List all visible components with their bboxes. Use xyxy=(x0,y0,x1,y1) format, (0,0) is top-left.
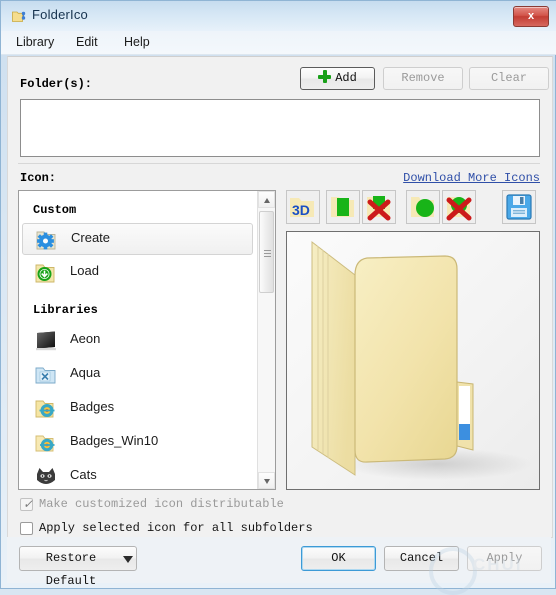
save-icon-button[interactable] xyxy=(502,190,536,224)
list-item-badges-win10[interactable]: Badges_Win10 xyxy=(22,427,253,459)
option-distributable-label: Make customized icon distributable xyxy=(39,497,284,511)
chevron-down-icon xyxy=(264,479,270,484)
chevron-down-icon xyxy=(123,555,133,563)
check-icon: ✓ xyxy=(23,498,34,512)
section-divider xyxy=(18,163,540,164)
add-button[interactable]: Add xyxy=(300,67,375,90)
icon-list-scrollbar[interactable] xyxy=(257,191,275,489)
grip-line xyxy=(264,256,271,257)
apply-button[interactable]: Apply xyxy=(467,546,542,571)
folderico-window: FolderIco x Library Edit Help Folder(s):… xyxy=(0,0,556,595)
list-item-label: Create xyxy=(71,230,111,245)
menu-item-help[interactable]: Help xyxy=(119,34,155,51)
list-item-label: Load xyxy=(70,263,99,278)
aqua-folder-icon xyxy=(34,363,58,387)
red-x-rect-icon-button[interactable] xyxy=(362,190,396,224)
svg-text:3D: 3D xyxy=(292,202,310,218)
group-header-libraries: Libraries xyxy=(33,303,98,317)
list-item-label: Cats xyxy=(70,467,97,482)
list-item-label: Badges_Win10 xyxy=(70,433,159,448)
gear-folder-icon xyxy=(35,228,59,252)
menu-bar: Library Edit Help xyxy=(1,31,556,55)
list-item-create[interactable]: Create xyxy=(22,223,253,255)
list-item-aqua[interactable]: Aqua xyxy=(22,359,253,391)
window-title: FolderIco xyxy=(32,7,88,22)
title-bar: FolderIco x xyxy=(1,1,556,32)
list-item-load[interactable]: Load xyxy=(22,257,253,289)
chevron-up-icon xyxy=(264,198,270,203)
list-item-label: Badges xyxy=(70,399,115,414)
checkbox-subfolders[interactable] xyxy=(20,522,33,535)
remove-button[interactable]: Remove xyxy=(383,67,463,90)
menu-item-library[interactable]: Library xyxy=(11,34,59,51)
scroll-up-button[interactable] xyxy=(258,191,275,208)
list-item-label: Aqua xyxy=(70,365,101,380)
restore-default-label: Restore Default xyxy=(45,551,97,588)
list-item-label: Aeon xyxy=(70,331,101,346)
icon-label: Icon: xyxy=(20,171,57,185)
badges-win10-folder-icon xyxy=(34,431,58,455)
checkbox-distributable[interactable]: ✓ xyxy=(20,498,33,511)
list-item-cats[interactable]: Cats xyxy=(22,461,253,489)
download-more-icons-link[interactable]: Download More Icons xyxy=(403,171,540,185)
scrollbar-thumb[interactable] xyxy=(259,211,274,293)
list-item-aeon[interactable]: Aeon xyxy=(22,325,253,357)
cancel-button[interactable]: Cancel xyxy=(384,546,459,571)
restore-default-button[interactable]: Restore Default xyxy=(19,546,137,588)
ok-button[interactable]: OK xyxy=(301,546,376,571)
folder-preview xyxy=(286,231,540,490)
icon-library-list[interactable]: Custom Create Load Libraries Aeon Aqua B… xyxy=(18,190,276,490)
clear-button[interactable]: Clear xyxy=(469,67,549,90)
close-button[interactable]: x xyxy=(513,6,549,27)
list-item-badges[interactable]: Badges xyxy=(22,393,253,425)
grip-line xyxy=(264,250,271,251)
red-x-circle-icon-button[interactable] xyxy=(442,190,476,224)
folders-listbox[interactable] xyxy=(20,99,540,157)
group-header-custom: Custom xyxy=(33,203,77,217)
main-content-panel: Folder(s): Add Remove Clear Icon: Downlo… xyxy=(7,56,553,546)
add-button-label: Add xyxy=(335,71,357,85)
footer-bar: Restore Default OK Cancel Apply CHUI xyxy=(7,537,551,595)
folder-app-icon xyxy=(12,9,26,23)
badges-folder-icon xyxy=(34,397,58,421)
folders-label: Folder(s): xyxy=(20,77,93,91)
aeon-monitor-icon xyxy=(34,329,58,353)
icon-list-items: Custom Create Load Libraries Aeon Aqua B… xyxy=(19,191,258,489)
3d-icon-button[interactable]: 3D xyxy=(286,190,320,224)
download-folder-icon xyxy=(34,261,58,285)
grip-line xyxy=(264,253,271,254)
option-subfolders-label: Apply selected icon for all subfolders xyxy=(39,521,313,535)
green-circle-icon-button[interactable] xyxy=(406,190,440,224)
scroll-down-button[interactable] xyxy=(258,472,275,489)
cats-icon xyxy=(34,465,58,489)
menu-item-edit[interactable]: Edit xyxy=(71,34,103,51)
green-rect-icon-button[interactable] xyxy=(326,190,360,224)
plus-icon xyxy=(318,70,332,83)
